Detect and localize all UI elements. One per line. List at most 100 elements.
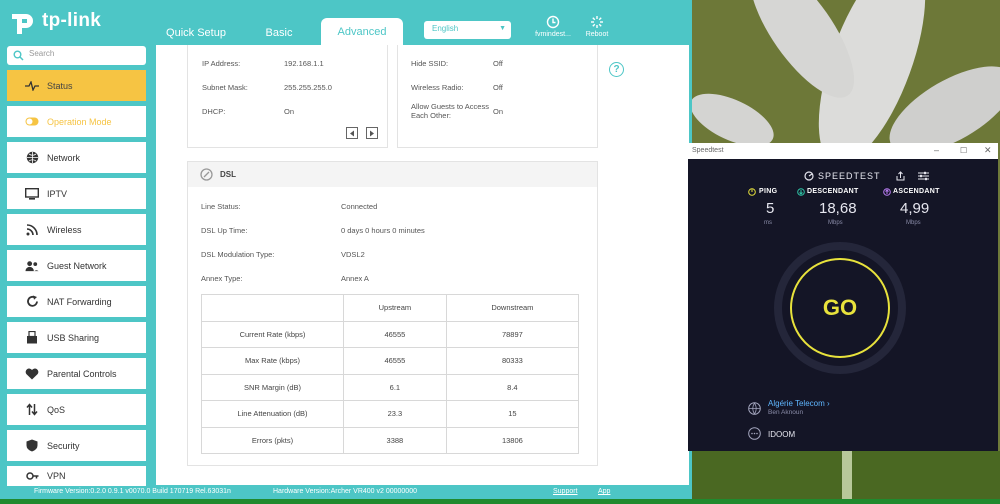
- support-link[interactable]: Support: [553, 488, 578, 495]
- dsl-uptime-value: 0 days 0 hours 0 minutes: [341, 226, 425, 235]
- hardware-version: Hardware Version:Archer VR400 v2 0000000…: [273, 488, 417, 495]
- table-header-cell: Downstream: [445, 294, 580, 322]
- dsl-gauge-icon: [200, 168, 213, 181]
- reboot-button[interactable]: Reboot: [577, 15, 617, 38]
- speedtest-window: Speedtest – ☐ ✕ SPEEDTEST PING 5 ms DESC…: [688, 143, 998, 451]
- shield-icon: [25, 439, 39, 453]
- sidebar-item-usb-sharing[interactable]: USB Sharing: [7, 322, 146, 353]
- search-icon: [13, 50, 24, 61]
- reboot-icon: [591, 16, 603, 28]
- chevron-right-icon: [370, 130, 374, 136]
- sidebar-item-nat-forwarding[interactable]: NAT Forwarding: [7, 286, 146, 317]
- sidebar-item-operation-mode[interactable]: Operation Mode: [7, 106, 146, 137]
- router-admin-window: tp-link Quick Setup Basic Advanced Engli…: [0, 0, 692, 504]
- table-row: Line Attenuation (dB) 23.3 15: [201, 400, 580, 428]
- search-input[interactable]: Search: [7, 46, 146, 65]
- server-name[interactable]: IDOOM: [768, 430, 795, 439]
- firmware-version: Firmware Version:0.2.0 0.9.1 v0070.0 Bui…: [34, 488, 231, 495]
- table-cell: 6.1: [343, 373, 447, 401]
- sidebar-item-wireless[interactable]: Wireless: [7, 214, 146, 245]
- pulse-icon: [25, 79, 39, 93]
- sidebar-item-security[interactable]: Security: [7, 430, 146, 461]
- sidebar-item-network[interactable]: Network: [7, 142, 146, 173]
- dsl-title: DSL: [220, 170, 236, 179]
- table-header-cell: Upstream: [343, 294, 447, 322]
- table-cell: Current Rate (kbps): [201, 320, 344, 348]
- table-header-row: Upstream Downstream: [201, 294, 580, 322]
- prev-page-button[interactable]: [346, 127, 358, 139]
- subnet-mask-value: 255.255.255.0: [284, 83, 332, 92]
- brand-name: tp-link: [42, 10, 102, 31]
- table-cell: 3388: [343, 426, 447, 454]
- logout-label: fvmindest...: [535, 31, 571, 38]
- speedtest-logo-icon: [804, 171, 814, 181]
- upload-icon: [883, 188, 891, 196]
- key-icon: [25, 469, 39, 483]
- hide-ssid-value: Off: [493, 59, 503, 68]
- sidebar-item-label: Guest Network: [47, 260, 107, 271]
- dsl-uptime-label: DSL Up Time:: [201, 226, 248, 235]
- download-label: DESCENDANT: [807, 188, 859, 195]
- wifi-icon: [25, 223, 39, 237]
- language-select[interactable]: English ▼: [424, 21, 511, 39]
- sidebar-item-guest-network[interactable]: Guest Network: [7, 250, 146, 281]
- language-value: English: [432, 24, 459, 33]
- sidebar-item-label: Security: [47, 440, 80, 451]
- isp-name[interactable]: Algérie Telecom ›: [768, 399, 830, 408]
- dsl-modulation-value: VDSL2: [341, 250, 365, 259]
- ip-address-label: IP Address:: [202, 59, 241, 68]
- logout-icon: [546, 15, 560, 29]
- wallpaper-flower-image: [692, 0, 1000, 145]
- app-link[interactable]: App: [598, 488, 610, 495]
- tp-link-logo[interactable]: tp-link: [8, 6, 101, 36]
- tab-advanced[interactable]: Advanced: [321, 18, 403, 45]
- sidebar-item-vpn[interactable]: VPN: [7, 466, 146, 486]
- go-button[interactable]: GO: [790, 258, 890, 358]
- speedtest-window-title: Speedtest: [692, 147, 724, 154]
- upload-label: ASCENDANT: [893, 188, 940, 195]
- table-cell: 80333: [445, 347, 580, 375]
- sidebar-item-label: Status: [47, 80, 73, 91]
- ping-icon: [748, 188, 756, 196]
- wireless-radio-label: Wireless Radio:: [411, 83, 464, 92]
- share-icon[interactable]: [896, 171, 905, 181]
- wallpaper-stem-image: [692, 451, 1000, 499]
- minimize-icon[interactable]: –: [934, 145, 939, 155]
- next-page-button[interactable]: [366, 127, 378, 139]
- toggle-icon: [25, 115, 39, 129]
- heart-icon: [25, 367, 39, 381]
- refresh-icon: [25, 295, 39, 309]
- tab-basic[interactable]: Basic: [245, 20, 313, 45]
- isp-location: Ben Aknoun: [768, 409, 804, 416]
- speedtest-logo: SPEEDTEST: [804, 171, 881, 181]
- table-header-cell: [201, 294, 344, 322]
- sidebar-item-status[interactable]: Status: [7, 70, 146, 101]
- wireless-panel: Hide SSID: Off Wireless Radio: Off Allow…: [397, 45, 598, 148]
- table-cell: 8.4: [445, 373, 580, 401]
- users-icon: [25, 259, 39, 273]
- close-icon[interactable]: ✕: [984, 145, 992, 156]
- sidebar-item-label: Operation Mode: [47, 116, 112, 127]
- table-cell: SNR Margin (dB): [201, 373, 344, 401]
- settings-sliders-icon[interactable]: [918, 171, 929, 181]
- chevron-left-icon: [350, 130, 354, 136]
- table-cell: 78897: [445, 320, 580, 348]
- table-row: Max Rate (kbps) 46555 80333: [201, 347, 580, 375]
- speedtest-logo-text: SPEEDTEST: [818, 171, 881, 181]
- subnet-mask-label: Subnet Mask:: [202, 83, 248, 92]
- globe-icon: [748, 402, 761, 415]
- table-cell: Max Rate (kbps): [201, 347, 344, 375]
- upload-value: 4,99: [900, 200, 930, 217]
- tab-quick-setup[interactable]: Quick Setup: [160, 20, 232, 45]
- sidebar-item-label: USB Sharing: [47, 332, 100, 343]
- annex-type-value: Annex A: [341, 274, 369, 283]
- sidebar-item-label: IPTV: [47, 188, 68, 199]
- guests-access-value: On: [493, 107, 504, 116]
- sidebar-item-qos[interactable]: QoS: [7, 394, 146, 425]
- help-icon[interactable]: ?: [609, 62, 624, 77]
- download-unit: Mbps: [828, 220, 843, 226]
- sidebar-item-parental-controls[interactable]: Parental Controls: [7, 358, 146, 389]
- sidebar-item-iptv[interactable]: IPTV: [7, 178, 146, 209]
- logout-button[interactable]: fvmindest...: [533, 15, 573, 38]
- maximize-icon[interactable]: ☐: [960, 146, 967, 155]
